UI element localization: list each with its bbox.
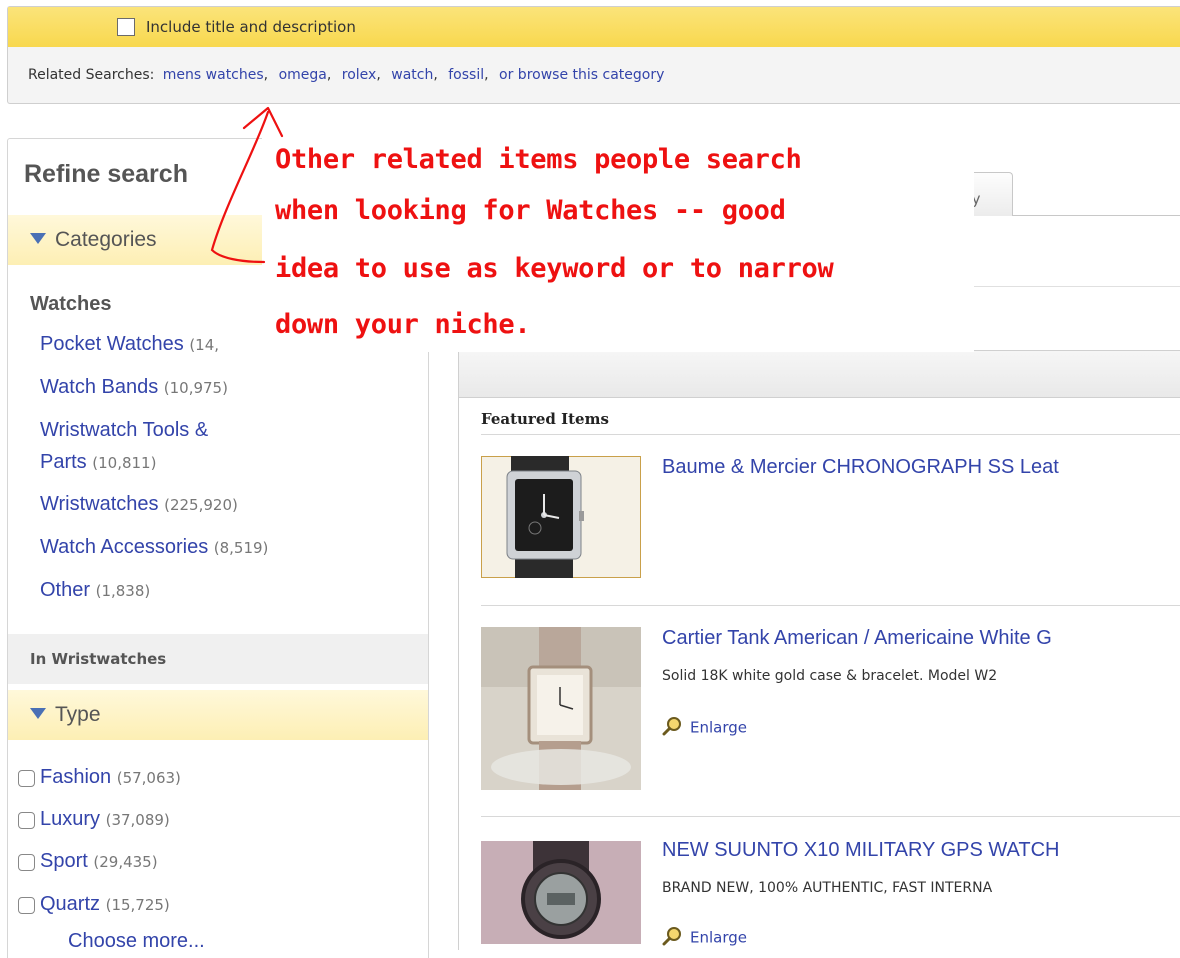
category-name: Watch Bands	[40, 376, 159, 398]
category-name: Wristwatch Tools &	[40, 419, 209, 441]
item-title-link[interactable]: NEW SUUNTO X10 MILITARY GPS WATCH	[662, 839, 1059, 862]
browse-category-link[interactable]: or browse this category	[499, 67, 664, 83]
annotation-text-line: when looking for Watches -- good	[275, 195, 786, 226]
categories-label: Categories	[55, 228, 157, 251]
category-count: (225,920)	[164, 496, 238, 514]
item-thumbnail-cartier-tank[interactable]	[481, 627, 641, 790]
category-count: (10,975)	[163, 379, 228, 397]
related-search-link-omega[interactable]: omega	[279, 67, 327, 83]
type-filter-label[interactable]: Luxury (37,089)	[40, 808, 170, 831]
include-title-description-label: Include title and description	[146, 18, 356, 36]
type-count: (15,725)	[105, 896, 170, 914]
category-link-watch-accessories[interactable]: Watch Accessories (8,519)	[40, 533, 268, 562]
type-filter-label[interactable]: Sport (29,435)	[40, 850, 158, 873]
type-filter-label[interactable]: Quartz (15,725)	[40, 893, 170, 916]
related-searches: Related Searches: mens watches, omega, r…	[28, 67, 664, 83]
related-search-link-watch[interactable]: watch	[391, 67, 433, 83]
item-title-link[interactable]: Baume & Mercier CHRONOGRAPH SS Leat	[662, 456, 1059, 479]
type-label: Type	[55, 703, 101, 726]
results-header-bar	[459, 351, 1180, 398]
category-count: (14,	[189, 336, 220, 354]
category-count: (1,838)	[95, 582, 151, 600]
divider	[481, 816, 1180, 817]
annotation-text-line: Other related items people search	[275, 144, 802, 175]
category-count: (10,811)	[92, 454, 157, 472]
related-search-link-mens-watches[interactable]: mens watches	[163, 67, 264, 83]
type-name: Sport	[40, 850, 88, 872]
search-options-bar: Include title and description Related Se…	[7, 6, 1180, 104]
related-searches-label: Related Searches:	[28, 67, 155, 83]
category-link-pocket-watches[interactable]: Pocket Watches (14,	[40, 330, 219, 359]
type-filter-label[interactable]: Fashion (57,063)	[40, 766, 181, 789]
choose-more-link[interactable]: Choose more...	[68, 930, 205, 953]
enlarge-label: Enlarge	[690, 718, 747, 737]
type-checkbox[interactable]	[18, 897, 35, 914]
separator: ,	[376, 67, 381, 83]
item-description: BRAND NEW, 100% AUTHENTIC, FAST INTERNA	[662, 880, 993, 896]
expand-triangle-icon	[30, 708, 46, 719]
magnifier-icon	[662, 716, 682, 740]
type-checkbox[interactable]	[18, 812, 35, 829]
category-link-watch-bands[interactable]: Watch Bands (10,975)	[40, 373, 228, 402]
featured-items-heading: Featured Items	[481, 410, 609, 428]
type-name: Fashion	[40, 766, 112, 788]
magnifier-icon	[662, 926, 682, 950]
category-name: Pocket Watches	[40, 333, 184, 355]
category-link-other[interactable]: Other (1,838)	[40, 576, 150, 605]
type-section-toggle[interactable]: Type	[8, 690, 428, 740]
annotation-text-line: idea to use as keyword or to narrow	[275, 253, 834, 284]
include-title-description-checkbox[interactable]	[117, 18, 135, 36]
item-title-link[interactable]: Cartier Tank American / Americaine White…	[662, 627, 1052, 650]
related-search-link-fossil[interactable]: fossil	[448, 67, 484, 83]
category-name: Wristwatches	[40, 493, 159, 515]
separator: ,	[433, 67, 438, 83]
annotation-text-line: down your niche.	[275, 309, 531, 340]
item-thumbnail-baume-mercier[interactable]	[481, 456, 641, 578]
type-checkbox[interactable]	[18, 770, 35, 787]
category-link-wristwatch-tools-parts[interactable]: Parts (10,811)	[40, 448, 156, 477]
item-thumbnail-suunto-x10[interactable]	[481, 841, 641, 944]
in-wristwatches-heading: In Wristwatches	[30, 650, 167, 668]
options-strip: Include title and description	[8, 7, 1180, 47]
related-search-link-rolex[interactable]: rolex	[342, 67, 377, 83]
enlarge-link[interactable]: Enlarge	[662, 926, 747, 950]
type-count: (29,435)	[93, 853, 158, 871]
item-description: Solid 18K white gold case & bracelet. Mo…	[662, 668, 998, 684]
type-checkbox[interactable]	[18, 854, 35, 871]
category-name: Parts	[40, 451, 87, 473]
category-group-heading: Watches	[30, 293, 112, 315]
category-link-wristwatch-tools[interactable]: Wristwatch Tools &	[40, 416, 208, 444]
enlarge-link[interactable]: Enlarge	[662, 716, 747, 740]
type-count: (37,089)	[105, 811, 170, 829]
expand-triangle-icon	[30, 233, 46, 244]
divider	[960, 286, 1180, 287]
separator: ,	[263, 67, 269, 83]
type-name: Luxury	[40, 808, 101, 830]
category-name: Watch Accessories	[40, 536, 209, 558]
refine-search-title: Refine search	[24, 160, 188, 188]
category-name: Other	[40, 579, 91, 601]
type-name: Quartz	[40, 893, 101, 915]
category-count: (8,519)	[213, 539, 269, 557]
separator: ,	[484, 67, 489, 83]
divider	[481, 434, 1180, 435]
type-count: (57,063)	[116, 769, 181, 787]
divider	[481, 605, 1180, 606]
category-link-wristwatches[interactable]: Wristwatches (225,920)	[40, 490, 238, 519]
separator: ,	[326, 67, 332, 83]
